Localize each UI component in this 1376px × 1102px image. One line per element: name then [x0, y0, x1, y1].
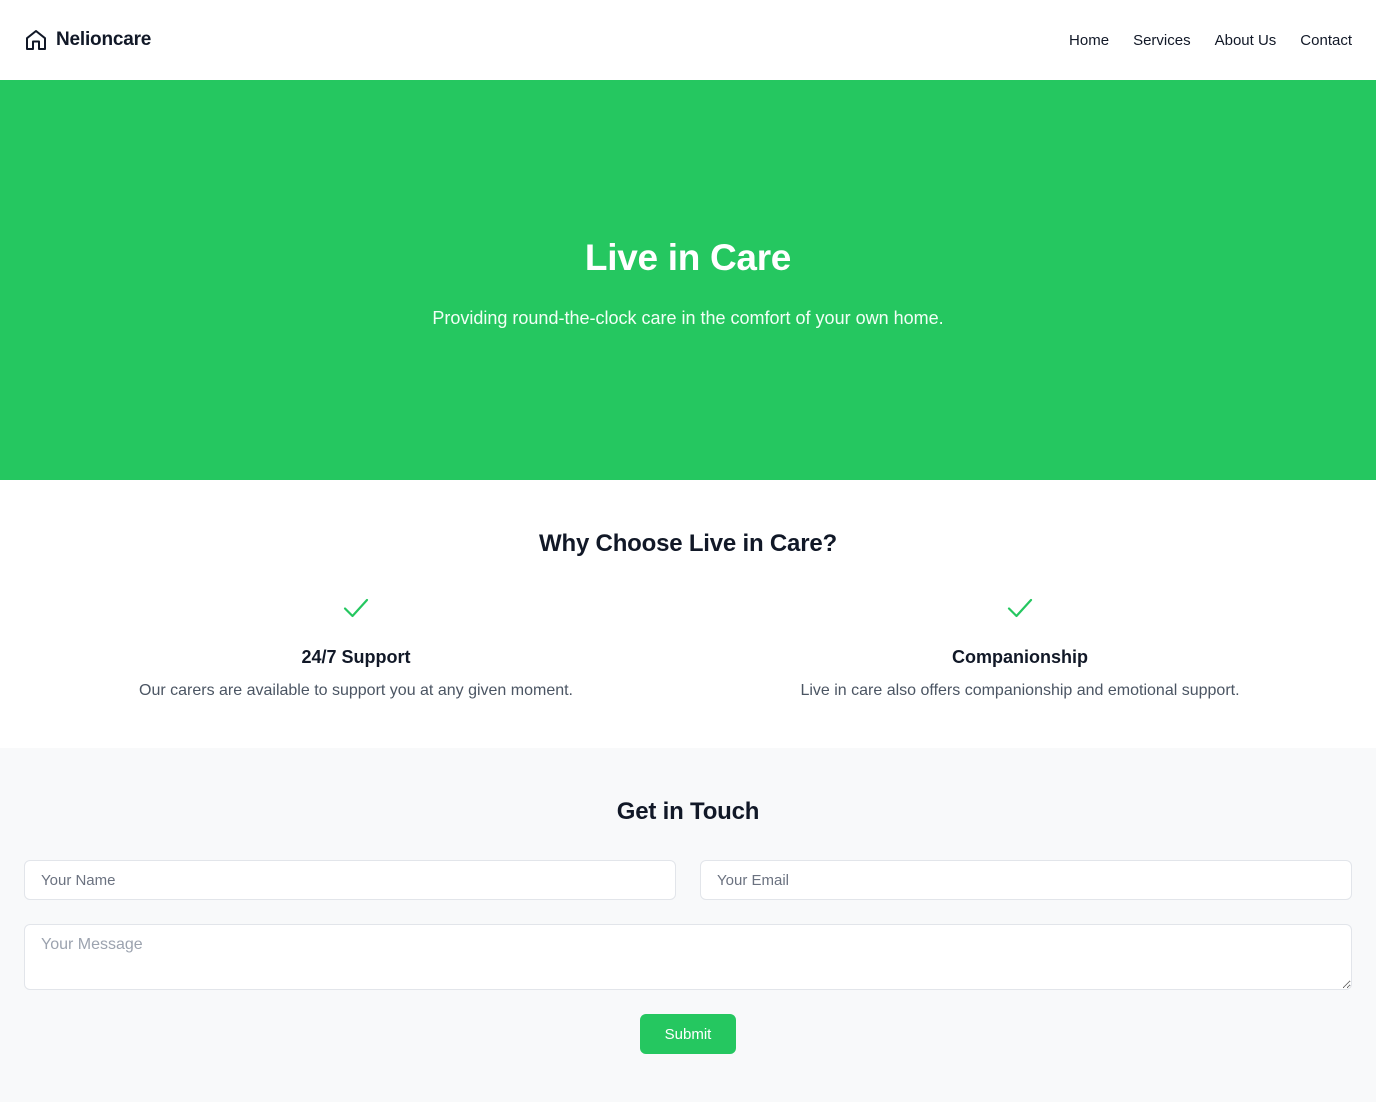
feature-card-support: 24/7 Support Our carers are available to… — [24, 594, 688, 701]
check-icon — [342, 594, 370, 622]
features-title: Why Choose Live in Care? — [539, 530, 837, 557]
hero-section: Live in Care Providing round-the-clock c… — [0, 80, 1376, 480]
contact-form: Submit — [0, 860, 1376, 1054]
feature-title: Companionship — [952, 647, 1088, 667]
features-section: Why Choose Live in Care? 24/7 Support Ou… — [0, 480, 1376, 748]
submit-button[interactable]: Submit — [640, 1014, 736, 1054]
brand-name: Nelioncare — [56, 29, 152, 50]
site-header: Nelioncare Home Services About Us Contac… — [0, 0, 1376, 80]
message-textarea[interactable] — [24, 924, 1352, 990]
submit-wrap: Submit — [24, 1014, 1352, 1054]
feature-title: 24/7 Support — [301, 647, 411, 667]
check-icon — [1006, 594, 1034, 622]
nav-link-contact[interactable]: Contact — [1300, 32, 1352, 49]
brand-link[interactable]: Nelioncare — [24, 28, 151, 52]
feature-card-companionship: Companionship Live in care also offers c… — [688, 594, 1352, 701]
feature-grid: 24/7 Support Our carers are available to… — [0, 594, 1376, 701]
nav-link-about-us[interactable]: About Us — [1215, 32, 1277, 49]
feature-description: Our carers are available to support you … — [139, 682, 573, 699]
main-nav: Home Services About Us Contact — [1069, 32, 1352, 49]
feature-description: Live in care also offers companionship a… — [800, 682, 1240, 699]
home-icon — [24, 28, 48, 52]
contact-title: Get in Touch — [616, 798, 760, 825]
email-input[interactable] — [700, 860, 1352, 900]
nav-link-home[interactable]: Home — [1069, 32, 1109, 49]
form-row — [24, 860, 1352, 900]
nav-link-services[interactable]: Services — [1133, 32, 1191, 49]
hero-subtitle: Providing round-the-clock care in the co… — [432, 308, 944, 328]
hero-title: Live in Care — [584, 237, 792, 278]
name-input[interactable] — [24, 860, 676, 900]
contact-section: Get in Touch Submit — [0, 748, 1376, 1102]
